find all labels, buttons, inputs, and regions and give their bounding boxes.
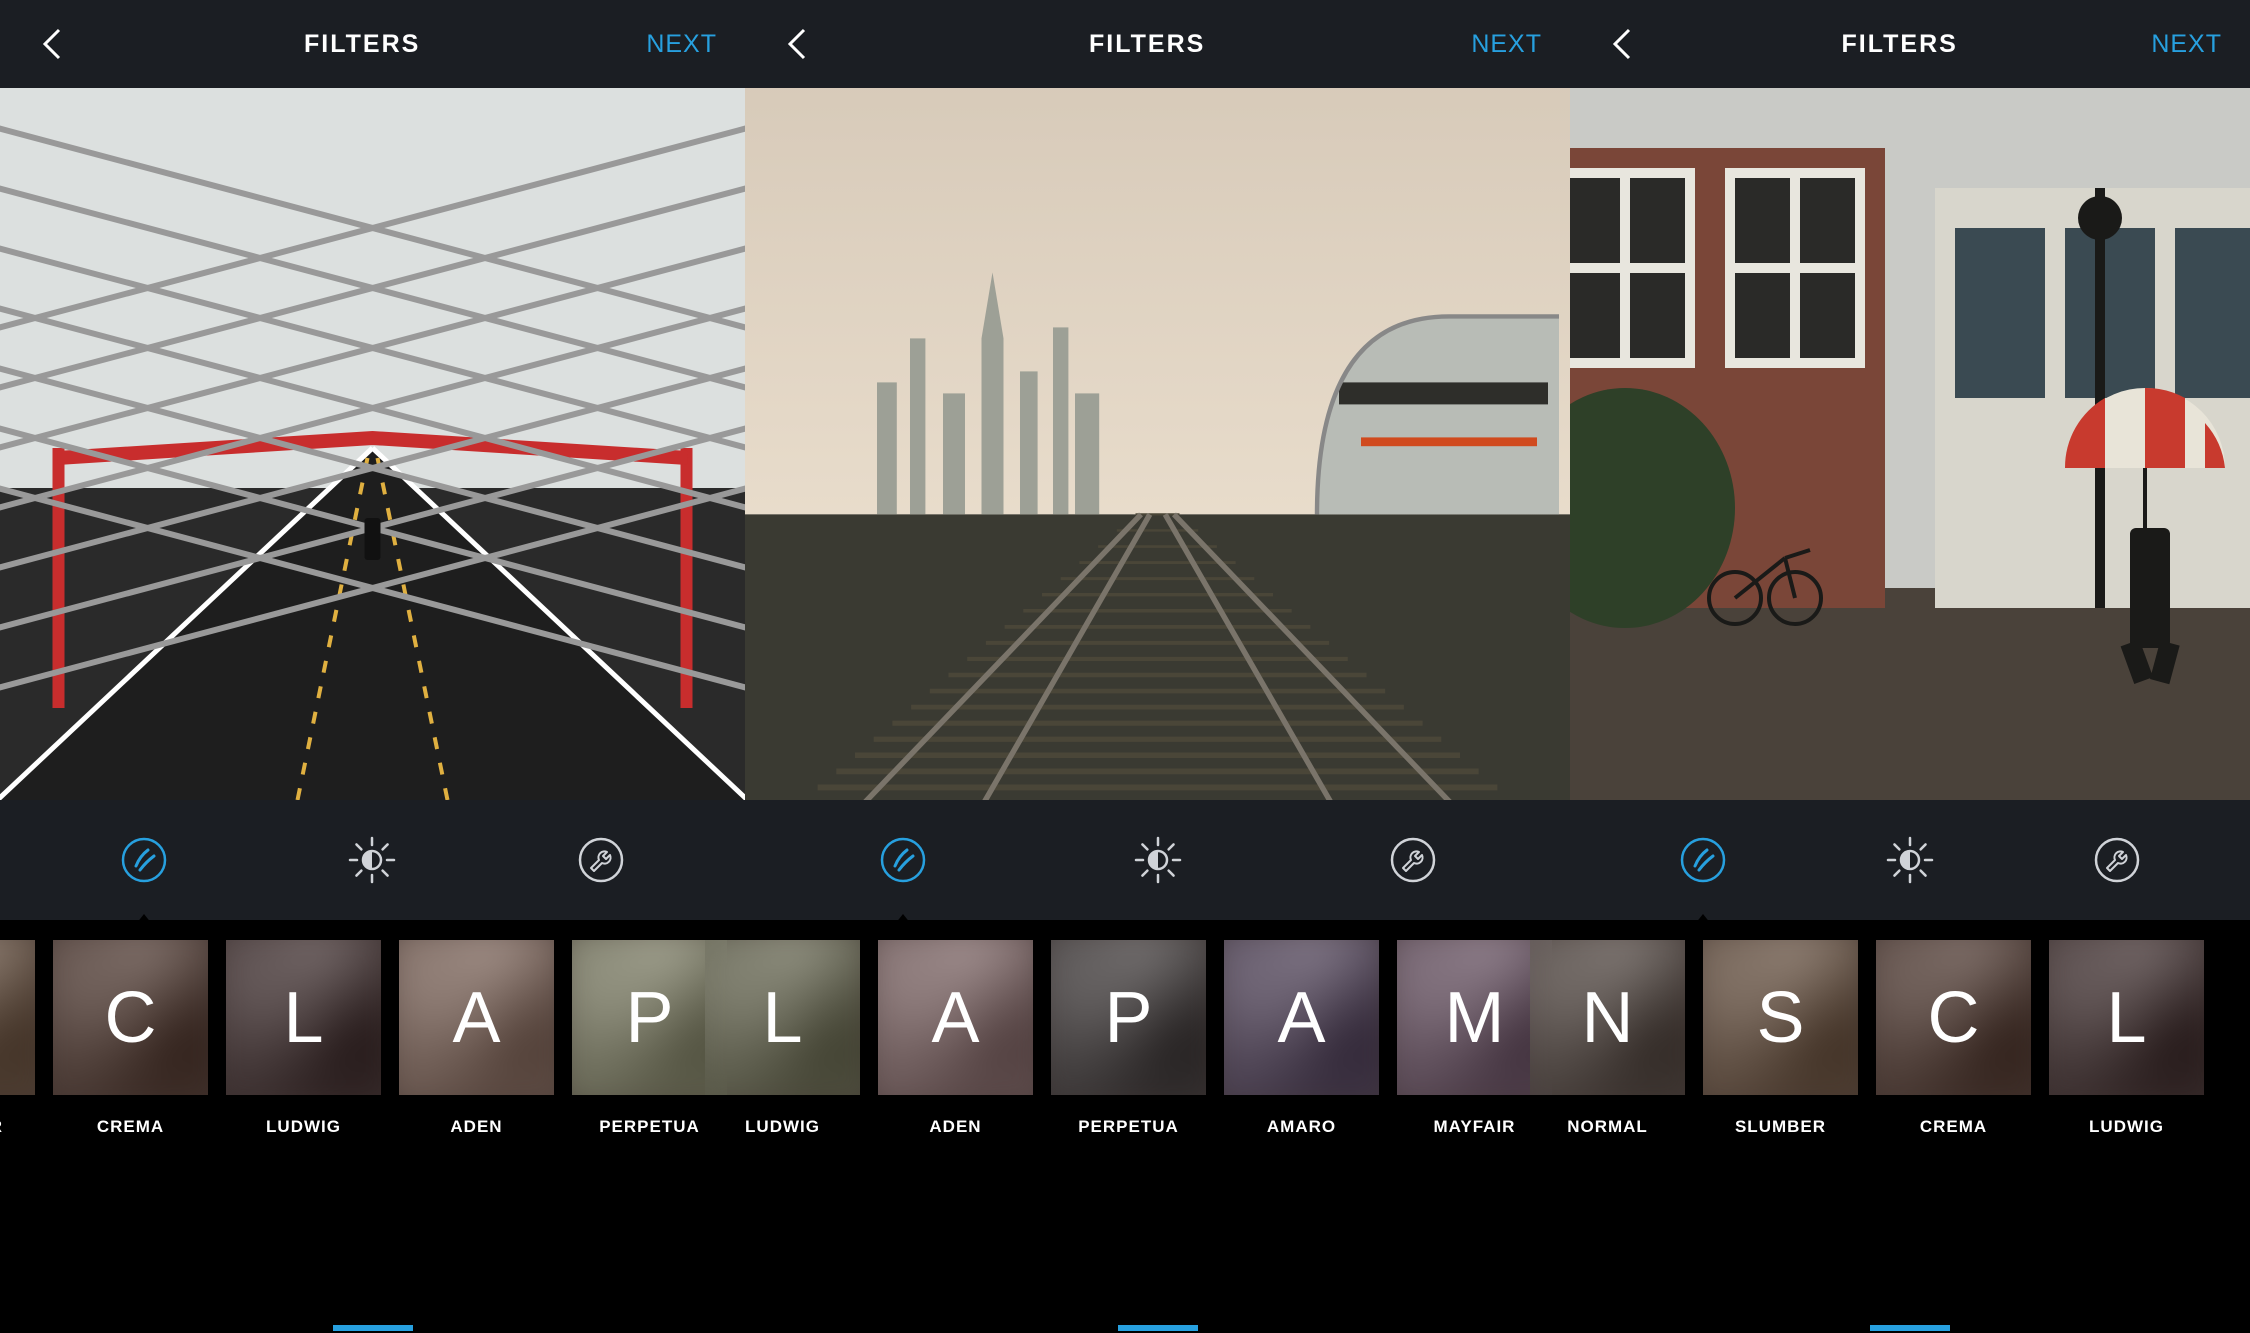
filter-option[interactable]: L LUDWIG (226, 940, 381, 1137)
filter-label: SLUMBER (0, 1117, 3, 1137)
filter-label: LUDWIG (2089, 1117, 2164, 1137)
filter-label: ADEN (450, 1117, 502, 1137)
filter-thumbnail: L (2049, 940, 2204, 1095)
photo-preview[interactable] (745, 88, 1570, 800)
filter-thumbnail: C (53, 940, 208, 1095)
header: FILTERS NEXT (1570, 0, 2250, 88)
filter-thumbnail: P (1051, 940, 1206, 1095)
filter-thumbnail: M (1397, 940, 1552, 1095)
filter-label: SLUMBER (1735, 1117, 1826, 1137)
filter-thumbnail: L (705, 940, 860, 1095)
back-button[interactable] (1598, 19, 1648, 69)
filters-tab[interactable] (116, 832, 172, 888)
filter-letter: P (1104, 977, 1152, 1059)
filter-option[interactable]: P PERPETUA (1051, 940, 1206, 1137)
screen-title: FILTERS (1842, 30, 1958, 59)
filter-screen: FILTERS NEXT (745, 0, 1570, 1333)
filter-option[interactable]: A ADEN (878, 940, 1033, 1137)
filter-label: PERPETUA (1078, 1117, 1179, 1137)
filter-letter: A (931, 977, 979, 1059)
filter-label: CREMA (97, 1117, 164, 1137)
filter-strip[interactable]: S SLUMBER C CREMA L LUDWIG A ADEN (0, 920, 745, 1333)
filter-letter: N (1582, 977, 1634, 1059)
filter-option[interactable]: L LUDWIG (2049, 940, 2204, 1137)
filter-letter: L (2106, 977, 2146, 1059)
pager-indicator (0, 1325, 745, 1333)
pager-indicator (1570, 1325, 2250, 1333)
filter-letter: C (105, 977, 157, 1059)
back-button[interactable] (28, 19, 78, 69)
filter-letter: A (1277, 977, 1325, 1059)
lux-tab[interactable] (1882, 832, 1938, 888)
filter-thumbnail: A (399, 940, 554, 1095)
filter-label: MAYFAIR (1434, 1117, 1516, 1137)
filters-tab[interactable] (875, 832, 931, 888)
filter-letter: S (1756, 977, 1804, 1059)
filters-tab[interactable] (1675, 832, 1731, 888)
pager-indicator (745, 1325, 1570, 1333)
filter-option[interactable]: C CREMA (1876, 940, 2031, 1137)
filter-thumbnail: L (226, 940, 381, 1095)
filter-option[interactable]: A AMARO (1224, 940, 1379, 1137)
filter-option[interactable]: S SLUMBER (0, 940, 35, 1137)
filter-label: PERPETUA (599, 1117, 700, 1137)
photo-preview[interactable] (0, 88, 745, 800)
filter-option[interactable]: N NORMAL (1530, 940, 1685, 1137)
filter-option[interactable]: M MAYFAIR (1397, 940, 1552, 1137)
filter-label: LUDWIG (266, 1117, 341, 1137)
filter-thumbnail: N (1530, 940, 1685, 1095)
tool-tabs (745, 800, 1570, 920)
filter-screen: FILTERS NEXT (1570, 0, 2250, 1333)
filter-label: LUDWIG (745, 1117, 820, 1137)
filter-thumbnail: A (1224, 940, 1379, 1095)
filter-strip[interactable]: L LUDWIG A ADEN P PERPETUA A AMARO (745, 920, 1570, 1333)
filter-option[interactable]: L LUDWIG (705, 940, 860, 1137)
filter-option[interactable]: A ADEN (399, 940, 554, 1137)
next-button[interactable]: NEXT (646, 30, 717, 59)
filter-option[interactable]: C CREMA (53, 940, 208, 1137)
filter-option[interactable]: P PERPETUA (572, 940, 727, 1137)
screen-title: FILTERS (304, 30, 420, 59)
filter-letter: A (452, 977, 500, 1059)
filter-thumbnail: P (572, 940, 727, 1095)
lux-tab[interactable] (1130, 832, 1186, 888)
photo-preview[interactable] (1570, 88, 2250, 800)
tools-tab[interactable] (573, 832, 629, 888)
filter-option[interactable]: S SLUMBER (1703, 940, 1858, 1137)
tool-tabs (1570, 800, 2250, 920)
tools-tab[interactable] (2089, 832, 2145, 888)
next-button[interactable]: NEXT (1471, 30, 1542, 59)
filter-thumbnail: A (878, 940, 1033, 1095)
back-button[interactable] (773, 19, 823, 69)
filter-letter: L (762, 977, 802, 1059)
filter-letter: M (1445, 977, 1505, 1059)
tool-tabs (0, 800, 745, 920)
filter-letter: P (625, 977, 673, 1059)
filter-letter: C (1928, 977, 1980, 1059)
filter-screen: FILTERS NEXT S SLUMBER C (0, 0, 745, 1333)
filter-label: AMARO (1267, 1117, 1336, 1137)
header: FILTERS NEXT (0, 0, 745, 88)
filter-label: ADEN (929, 1117, 981, 1137)
filter-thumbnail: C (1876, 940, 2031, 1095)
screen-title: FILTERS (1089, 30, 1205, 59)
filter-label: CREMA (1920, 1117, 1987, 1137)
filter-label: NORMAL (1567, 1117, 1648, 1137)
filter-thumbnail: S (1703, 940, 1858, 1095)
filter-strip[interactable]: N NORMAL S SLUMBER C CREMA L LUDWIG (1570, 920, 2250, 1333)
filter-thumbnail: S (0, 940, 35, 1095)
header: FILTERS NEXT (745, 0, 1570, 88)
tools-tab[interactable] (1385, 832, 1441, 888)
lux-tab[interactable] (344, 832, 400, 888)
filter-letter: L (283, 977, 323, 1059)
next-button[interactable]: NEXT (2151, 30, 2222, 59)
